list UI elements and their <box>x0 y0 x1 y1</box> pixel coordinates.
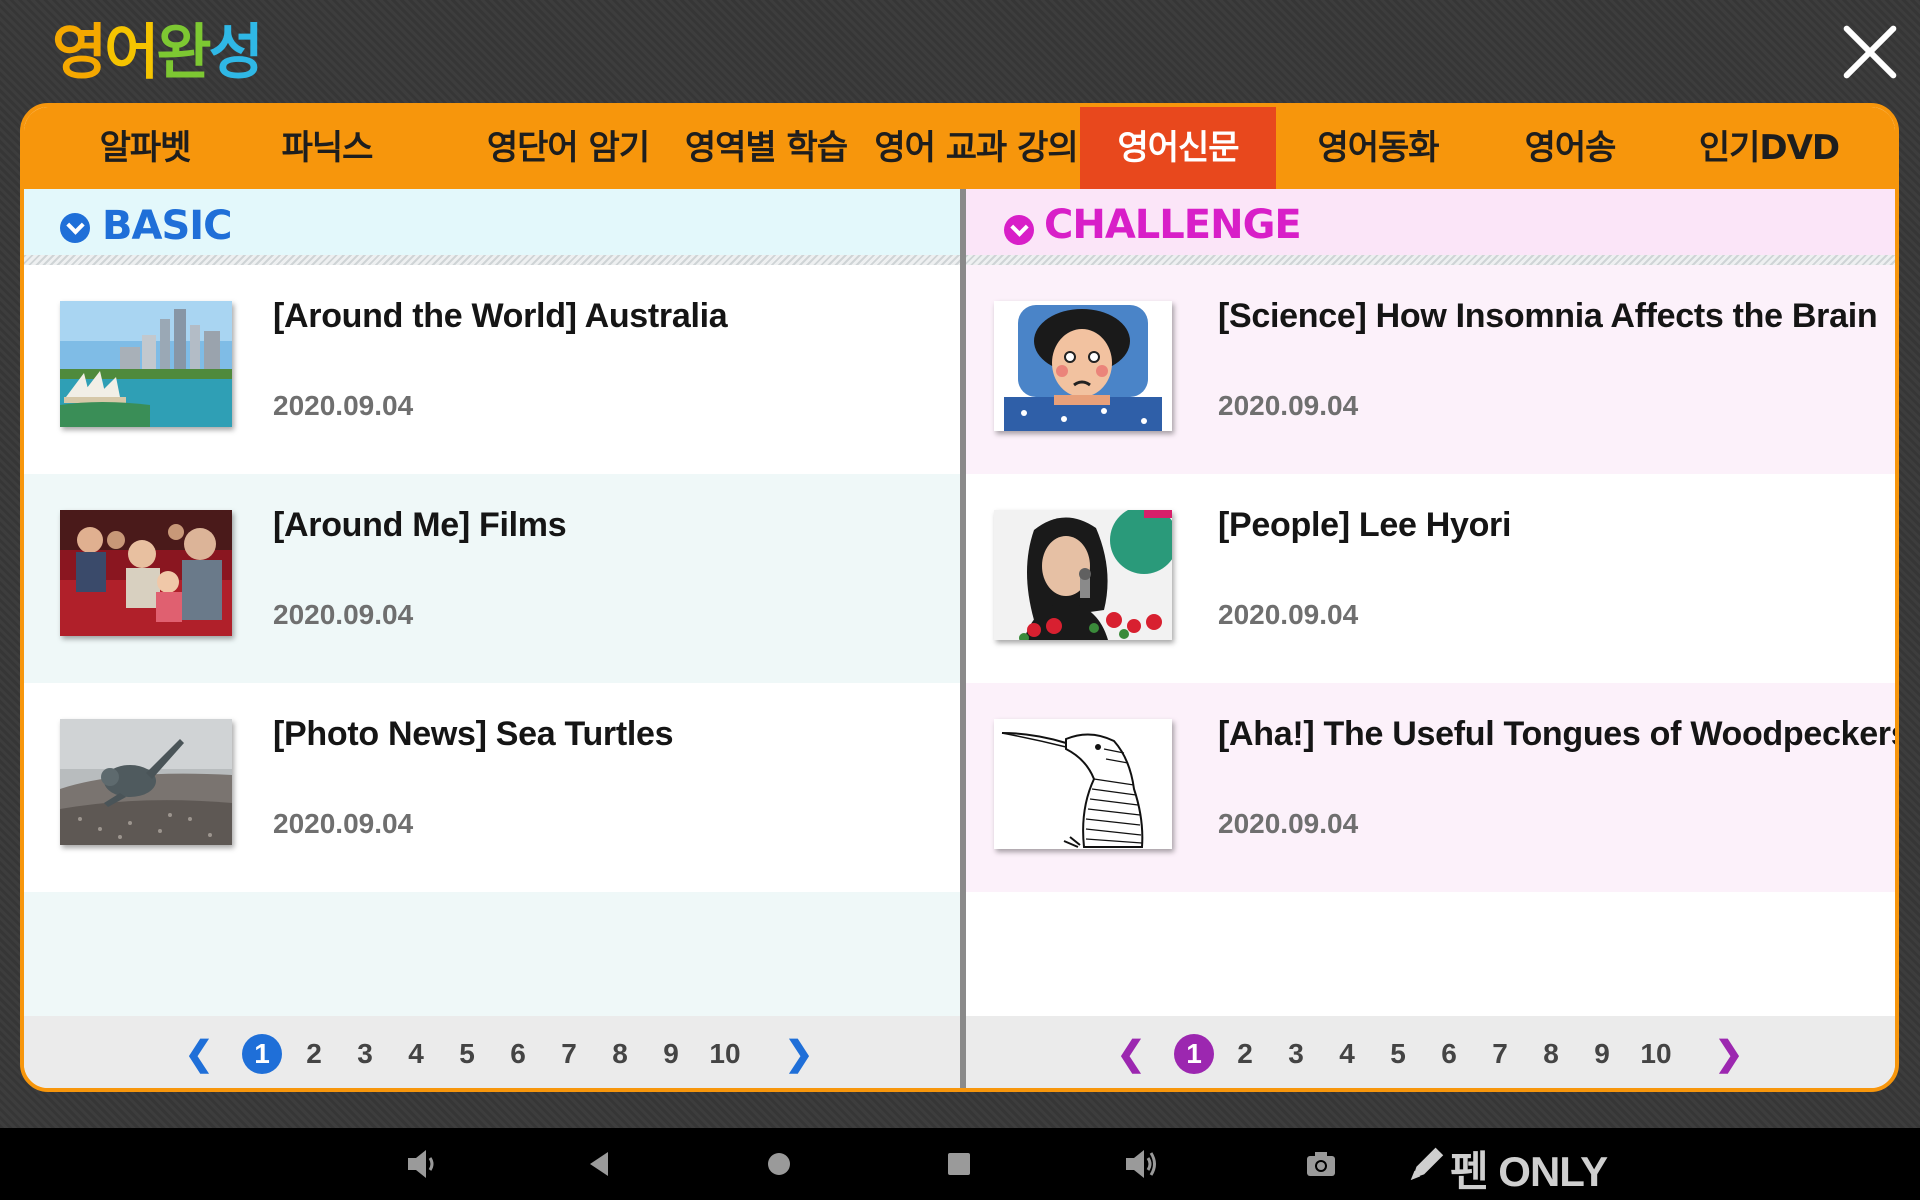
prev-page-button[interactable]: ❮ <box>1116 1034 1146 1074</box>
chevron-down-icon <box>60 213 90 243</box>
tab-english-stories[interactable]: 영어동화 <box>1280 107 1476 189</box>
article-item[interactable]: [Aha!] The Useful Tongues of Woodpeckers… <box>966 683 1895 892</box>
page-button[interactable]: 10 <box>1633 1034 1679 1074</box>
tab-phonics[interactable]: 파닉스 <box>242 107 412 189</box>
sydney-opera-house-photo <box>60 301 232 427</box>
basic-pagination: ❮ 1 2 3 4 5 6 7 8 9 10 ❯ <box>24 1016 960 1088</box>
list-empty-space <box>966 892 1895 1016</box>
page-button[interactable]: 3 <box>345 1034 385 1074</box>
logo-char: 어 <box>104 18 159 88</box>
singer-photo <box>994 510 1172 640</box>
tab-alphabet[interactable]: 알파벳 <box>60 107 230 189</box>
tab-vocabulary[interactable]: 영단어 암기 <box>468 107 668 189</box>
camera-icon[interactable] <box>1304 1142 1338 1186</box>
back-icon[interactable] <box>584 1142 614 1186</box>
logo-char: 성 <box>208 18 264 88</box>
page-button[interactable]: 6 <box>1429 1034 1469 1074</box>
close-icon[interactable] <box>1840 22 1900 82</box>
main-panel: 알파벳 파닉스 영단어 암기 영역별 학습 영어 교과 강의 영어신문 영어동화… <box>20 103 1899 1092</box>
page-button[interactable]: 9 <box>1582 1034 1622 1074</box>
page-button[interactable]: 10 <box>702 1034 748 1074</box>
article-date: 2020.09.04 <box>273 808 414 839</box>
article-item[interactable]: [Around Me] Films 2020.09.04 <box>24 474 960 683</box>
page-button[interactable]: 2 <box>1225 1034 1265 1074</box>
chevron-down-icon <box>1004 215 1034 245</box>
article-title[interactable]: [Photo News] Sea Turtles <box>273 715 674 754</box>
basic-header: BASIC <box>24 189 960 265</box>
page-button[interactable]: 3 <box>1276 1034 1316 1074</box>
tab-english-newspaper[interactable]: 영어신문 <box>1080 107 1276 189</box>
sea-turtle-photo <box>60 719 232 845</box>
page-button[interactable]: 9 <box>651 1034 691 1074</box>
pen-only-label[interactable]: 펜 ONLY <box>1450 1138 1608 1199</box>
article-date: 2020.09.04 <box>1218 599 1359 630</box>
article-item[interactable]: [Around the World] Australia 2020.09.04 <box>24 265 960 474</box>
logo-char: 영 <box>52 18 107 88</box>
tab-textbook-lecture[interactable]: 영어 교과 강의 <box>866 107 1086 189</box>
system-nav-bar: 펜 ONLY <box>0 1128 1920 1200</box>
logo-char: 완 <box>156 18 211 88</box>
challenge-column: CHALLENGE [Science] How Insomnia Affects… <box>966 189 1895 1088</box>
insomnia-illustration <box>994 301 1172 431</box>
page-button-current[interactable]: 1 <box>242 1034 282 1074</box>
page-button[interactable]: 2 <box>294 1034 334 1074</box>
home-icon[interactable] <box>764 1142 794 1186</box>
article-item[interactable]: [People] Lee Hyori 2020.09.04 <box>966 474 1895 683</box>
tab-area-study[interactable]: 영역별 학습 <box>666 107 866 189</box>
article-date: 2020.09.04 <box>273 390 414 421</box>
list-empty-space <box>24 892 960 1016</box>
page-button[interactable]: 8 <box>600 1034 640 1074</box>
article-title[interactable]: [Aha!] The Useful Tongues of Woodpeckers <box>1218 715 1895 754</box>
article-item[interactable]: [Photo News] Sea Turtles 2020.09.04 <box>24 683 960 892</box>
page-button[interactable]: 8 <box>1531 1034 1571 1074</box>
article-date: 2020.09.04 <box>273 599 414 630</box>
next-page-button[interactable]: ❯ <box>1714 1034 1744 1074</box>
category-tabs: 알파벳 파닉스 영단어 암기 영역별 학습 영어 교과 강의 영어신문 영어동화… <box>24 107 1895 189</box>
page-button[interactable]: 4 <box>396 1034 436 1074</box>
next-page-button[interactable]: ❯ <box>784 1034 814 1074</box>
cinema-audience-photo <box>60 510 232 636</box>
challenge-header: CHALLENGE <box>966 189 1895 265</box>
article-title[interactable]: [Around Me] Films <box>273 506 567 545</box>
prev-page-button[interactable]: ❮ <box>184 1034 214 1074</box>
article-date: 2020.09.04 <box>1218 390 1359 421</box>
challenge-pagination: ❮ 1 2 3 4 5 6 7 8 9 10 ❯ <box>966 1016 1895 1088</box>
challenge-heading: CHALLENGE <box>1044 202 1302 248</box>
basic-column: BASIC [Around the World] Australia 2020.… <box>24 189 960 1088</box>
app-logo: 영어완성 <box>52 18 264 88</box>
header-divider <box>24 255 960 265</box>
page-button[interactable]: 5 <box>1378 1034 1418 1074</box>
page-button[interactable]: 7 <box>549 1034 589 1074</box>
tab-english-songs[interactable]: 영어송 <box>1480 107 1660 189</box>
woodpecker-sketch <box>994 719 1172 849</box>
volume-down-icon[interactable] <box>404 1142 438 1186</box>
page-button[interactable]: 5 <box>447 1034 487 1074</box>
article-item[interactable]: [Science] How Insomnia Affects the Brain… <box>966 265 1895 474</box>
article-title[interactable]: [Around the World] Australia <box>273 297 728 336</box>
page-button[interactable]: 4 <box>1327 1034 1367 1074</box>
volume-up-icon[interactable] <box>1122 1142 1158 1186</box>
article-title[interactable]: [Science] How Insomnia Affects the Brain <box>1218 297 1878 336</box>
article-date: 2020.09.04 <box>1218 808 1359 839</box>
tab-popular-dvd[interactable]: 인기DVD <box>1664 107 1874 189</box>
header-divider <box>966 255 1895 265</box>
pen-icon[interactable] <box>1406 1140 1446 1184</box>
page-button[interactable]: 7 <box>1480 1034 1520 1074</box>
page-button-current[interactable]: 1 <box>1174 1034 1214 1074</box>
basic-heading: BASIC <box>102 203 232 249</box>
recents-icon[interactable] <box>944 1142 974 1186</box>
page-button[interactable]: 6 <box>498 1034 538 1074</box>
article-title[interactable]: [People] Lee Hyori <box>1218 506 1511 545</box>
